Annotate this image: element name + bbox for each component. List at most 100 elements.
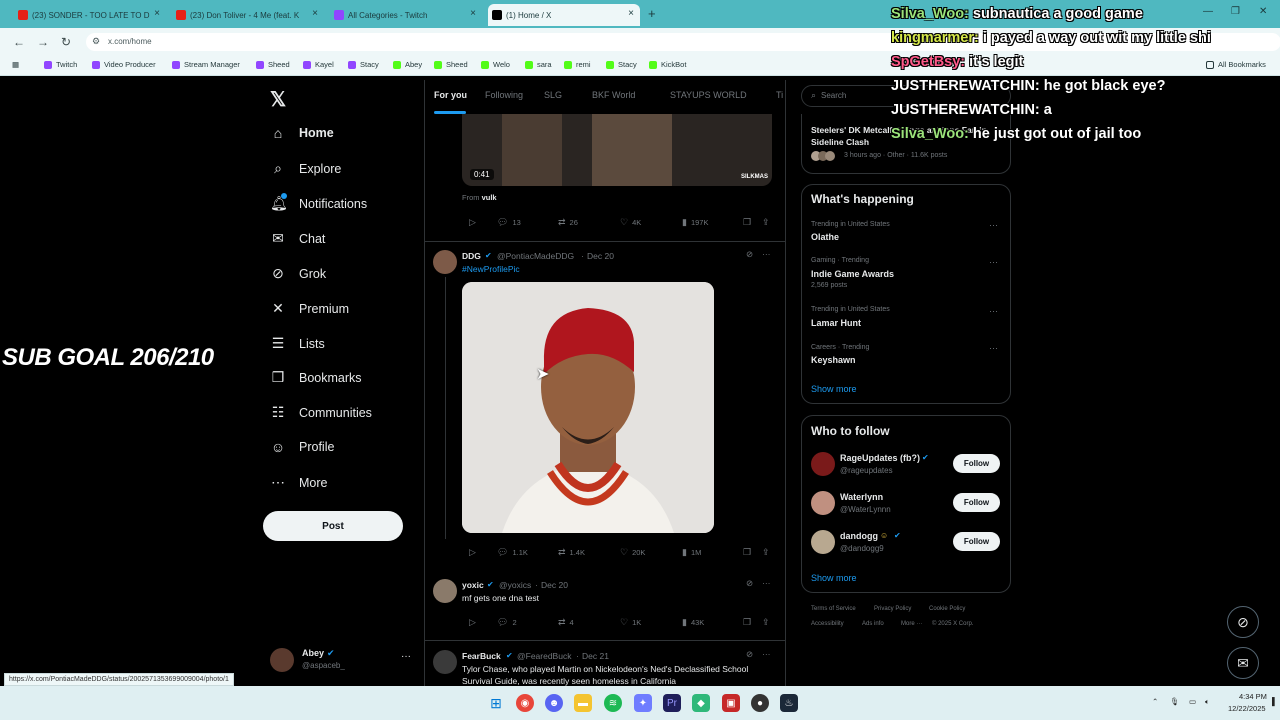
tweet-date[interactable]: Dec 20 [541,580,568,590]
back-button[interactable]: ← [13,35,25,49]
tab-for-you[interactable]: For you [434,90,467,100]
grok-icon[interactable]: ⊘ [746,649,753,660]
share-button[interactable]: ⇪ [762,617,774,628]
grok-icon[interactable]: ⊘ [746,249,753,260]
file-explorer-icon[interactable]: ▬ [574,694,592,712]
bookmark-3[interactable]: Stream Manager [172,60,240,69]
repost-button[interactable]: ⇄ 4 [558,617,574,628]
bookmark-4[interactable]: Sheed [256,60,290,69]
app-icon[interactable]: ◆ [692,694,710,712]
like-button[interactable]: ♡ 4K [620,217,641,228]
tweet-more-icon[interactable]: ··· [762,249,771,259]
avatar[interactable] [270,648,294,672]
bookmark-1[interactable]: Twitch [44,60,77,69]
from-user[interactable]: vulk [482,193,497,202]
views-button[interactable]: ▮ 1M [682,547,701,558]
copilot-icon[interactable]: ✦ [634,694,652,712]
site-info-icon[interactable]: ⚙ [92,36,100,47]
like-button[interactable]: ♡ 1K [620,617,641,628]
account-more-icon[interactable]: ··· [401,651,411,662]
follow-button[interactable]: Follow [953,454,1000,473]
footer-link[interactable]: Privacy Policy [874,606,911,612]
bookmark-6[interactable]: Stacy [348,60,379,69]
repost-button[interactable]: ⇄ 26 [558,217,578,228]
bookmark-11[interactable]: remi [564,60,591,69]
spotify-icon[interactable]: ≋ [604,694,622,712]
tweet-video[interactable]: 0:41 SILKMAS [462,114,772,186]
apps-icon[interactable]: ▦ [12,60,19,69]
close-window-button[interactable]: ✕ [1259,6,1267,17]
close-icon[interactable]: × [312,8,318,19]
bookmark-button[interactable]: ❒ [743,617,755,628]
tab-bkf-world[interactable]: BKF World [592,90,635,100]
footer-link[interactable]: Terms of Service [811,606,856,612]
reply-button[interactable]: 💬︎ 1.1K [497,547,528,558]
trend-name[interactable]: Lamar Hunt [811,318,861,328]
trend-more-icon[interactable]: ··· [989,306,998,316]
tweet-date[interactable]: Dec 21 [582,651,609,661]
trend-name[interactable]: Indie Game Awards [811,269,894,279]
maximize-button[interactable]: ❐ [1231,6,1240,17]
tweet-author-name[interactable]: yoxic [462,580,484,590]
close-icon[interactable]: × [470,8,476,19]
tab-following[interactable]: Following [485,90,523,100]
bookmark-button[interactable]: ❒ [743,547,755,558]
tweet-author-handle[interactable]: @yoxics [499,580,531,590]
obs-icon[interactable]: ● [751,694,769,712]
play-icon[interactable]: ▷ [469,217,480,228]
forward-button[interactable]: → [37,35,49,49]
clock-date[interactable]: 12/22/2025 [1228,704,1266,713]
browser-tab-1[interactable]: (23) SONDER - TOO LATE TO D × [14,4,166,26]
app-icon[interactable]: ▣ [722,694,740,712]
share-button[interactable]: ⇪ [762,547,774,558]
reload-button[interactable]: ↻ [61,35,71,49]
tray-chevron-icon[interactable]: ⌃ [1152,697,1158,706]
new-tab-button[interactable]: + [648,6,656,21]
bookmark-10[interactable]: sara [525,60,552,69]
nav-bookmarks[interactable]: ❒ Bookmarks [270,369,362,386]
tweet-author-handle[interactable]: @FearedBuck [517,651,571,661]
browser-tab-2[interactable]: (23) Don Toliver - 4 Me (feat. K × [172,4,324,26]
trend-more-icon[interactable]: ··· [989,343,998,353]
footer-link[interactable]: More ··· [901,621,922,627]
bookmark-13[interactable]: KickBot [649,60,686,69]
minimize-button[interactable]: — [1203,6,1213,17]
url-text[interactable]: x.com/home [108,37,152,46]
follow-name[interactable]: dandogg [840,531,878,541]
trend-name[interactable]: Keyshawn [811,355,856,365]
tab-more[interactable]: Ti [776,90,783,100]
hashtag-link[interactable]: #NewProfilePic [462,264,520,274]
tweet-date[interactable]: Dec 20 [587,251,614,261]
search-input[interactable]: Search [821,91,846,100]
tab-stayups-world[interactable]: STAYUPS WORLD [670,90,747,100]
post-button[interactable]: Post [263,511,403,541]
follow-name[interactable]: RageUpdates (fb?) [840,453,920,463]
chrome-icon[interactable]: ◉ [516,694,534,712]
footer-link[interactable]: Accessibility [811,621,844,627]
grok-button[interactable]: ⊘ [1227,606,1259,638]
tweet-author-handle[interactable]: @PontiacMadeDDG [497,251,574,261]
avatar[interactable] [433,250,457,274]
footer-link[interactable]: Ads info [862,621,884,627]
nav-grok[interactable]: ⊘ Grok [270,265,326,282]
trend-more-icon[interactable]: ··· [989,220,998,230]
windows-start-icon[interactable]: ⊞ [487,694,505,712]
nav-explore[interactable]: ⌕ Explore [270,160,341,177]
tweet-more-icon[interactable]: ··· [762,649,771,659]
nav-premium[interactable]: ✕ Premium [270,300,349,317]
bookmark-8[interactable]: Sheed [434,60,468,69]
avatar[interactable] [811,491,835,515]
clock-time[interactable]: 4:34 PM [1239,692,1267,701]
bookmark-2[interactable]: Video Producer [92,60,156,69]
x-logo-icon[interactable]: 𝕏 [270,87,286,112]
tweet-author-name[interactable]: DDG [462,251,481,261]
browser-tab-3[interactable]: All Categories - Twitch × [330,4,482,26]
bookmark-9[interactable]: Welo [481,60,510,69]
tweet-photo[interactable] [462,282,714,533]
steam-icon[interactable]: ♨ [780,694,798,712]
nav-profile[interactable]: ☺ Profile [270,439,335,455]
like-button[interactable]: ♡ 20K [620,547,645,558]
play-icon[interactable]: ▷ [469,617,480,628]
microphone-icon[interactable]: 🎙︎ [1170,697,1180,706]
bookmark-12[interactable]: Stacy [606,60,637,69]
